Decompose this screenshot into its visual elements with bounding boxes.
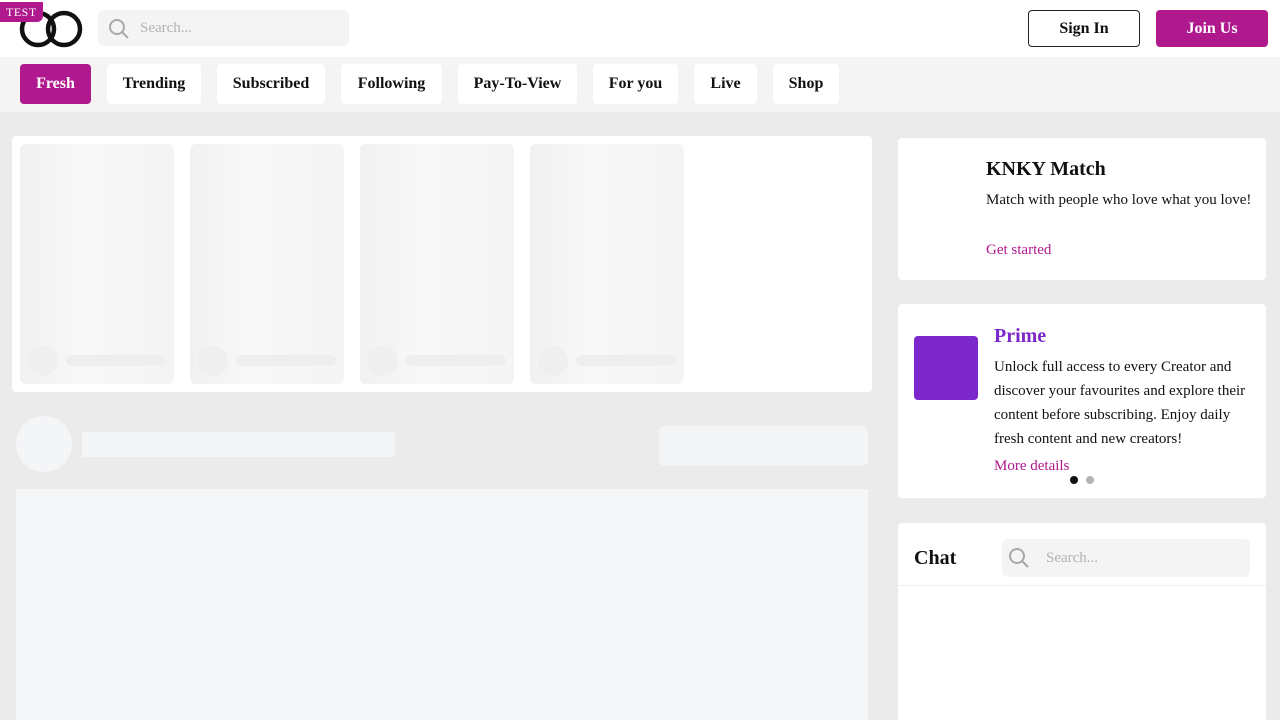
post-avatar-placeholder <box>16 416 72 472</box>
match-title: KNKY Match <box>986 158 1106 180</box>
story-avatar-placeholder <box>538 346 568 376</box>
story-avatar-placeholder <box>368 346 398 376</box>
story-name-placeholder <box>406 355 506 366</box>
carousel-dot-2[interactable] <box>1086 476 1094 484</box>
chat-title: Chat <box>914 547 957 569</box>
sign-in-button[interactable]: Sign In <box>1028 10 1140 47</box>
search-icon <box>109 19 129 39</box>
search-input[interactable]: Search... <box>98 10 349 46</box>
chat-search-placeholder: Search... <box>1046 550 1099 566</box>
tab-following[interactable]: Following <box>341 64 442 104</box>
more-details-link[interactable]: More details <box>994 458 1069 475</box>
match-card: KNKY Match Match with people who love wh… <box>898 138 1266 280</box>
story-avatar-placeholder <box>198 346 228 376</box>
tab-pay-to-view[interactable]: Pay-To-View <box>458 64 577 104</box>
prime-description: Unlock full access to every Creator and … <box>994 359 1246 447</box>
get-started-link[interactable]: Get started <box>986 242 1051 259</box>
search-icon <box>1009 548 1029 568</box>
tab-fresh[interactable]: Fresh <box>20 64 91 104</box>
tab-trending[interactable]: Trending <box>107 64 201 104</box>
post-media-placeholder <box>16 489 868 720</box>
prime-icon <box>914 336 978 400</box>
divider <box>898 585 1266 586</box>
environment-badge: TEST <box>0 2 43 22</box>
post-action-placeholder <box>659 426 868 466</box>
chat-search-input[interactable]: Search... <box>1002 539 1250 577</box>
prime-title: Prime <box>994 325 1047 347</box>
tab-subscribed[interactable]: Subscribed <box>217 64 325 104</box>
tab-shop[interactable]: Shop <box>773 64 839 104</box>
feed-tabs: Fresh Trending Subscribed Following Pay-… <box>0 57 1280 112</box>
story-avatar-placeholder <box>28 346 58 376</box>
prime-card: Prime Unlock full access to every Creato… <box>898 304 1266 498</box>
story-name-placeholder <box>66 355 166 366</box>
top-header: TEST Search... Sign In Join Us <box>0 0 1280 57</box>
story-name-placeholder <box>576 355 676 366</box>
carousel-dot-1[interactable] <box>1070 476 1078 484</box>
story-name-placeholder <box>236 355 336 366</box>
post-title-placeholder <box>82 432 395 457</box>
story-placeholder <box>190 144 344 384</box>
story-placeholder <box>360 144 514 384</box>
match-description: Match with people who love what you love… <box>986 192 1252 208</box>
search-placeholder: Search... <box>140 20 193 36</box>
join-us-button[interactable]: Join Us <box>1156 10 1268 47</box>
tab-live[interactable]: Live <box>694 64 757 104</box>
tab-for-you[interactable]: For you <box>593 64 678 104</box>
chat-panel: Chat Search... <box>898 523 1266 720</box>
story-placeholder <box>530 144 684 384</box>
story-placeholder <box>20 144 174 384</box>
stories-skeleton <box>12 136 872 392</box>
